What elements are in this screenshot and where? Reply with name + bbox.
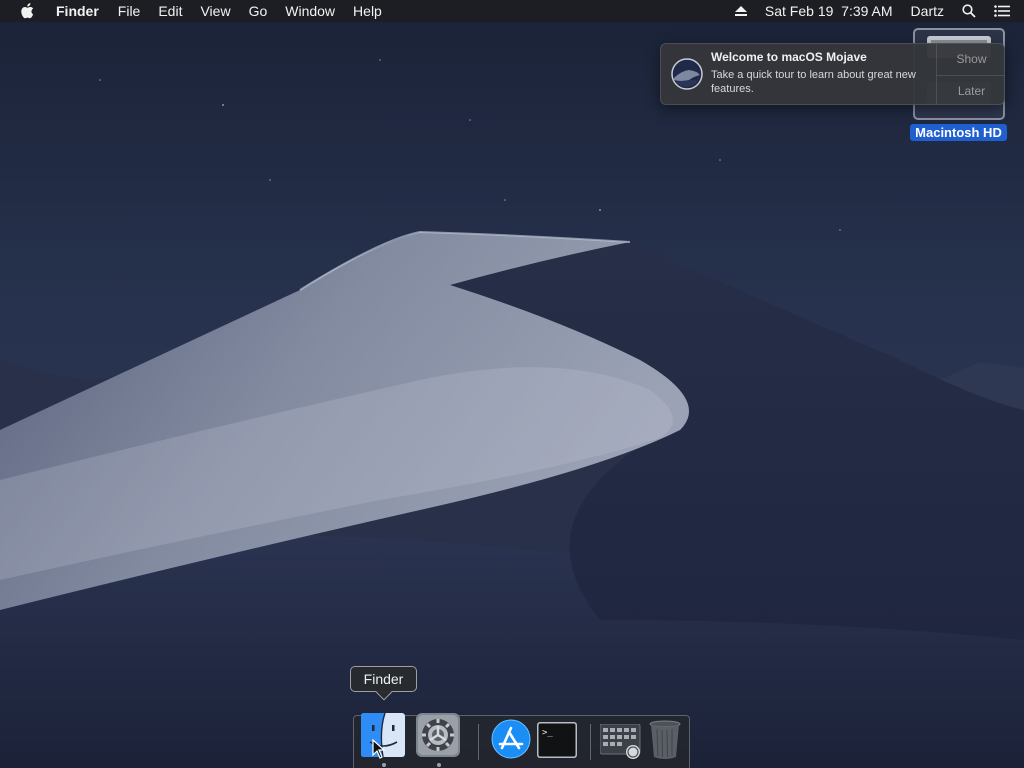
menu-go[interactable]: Go xyxy=(240,0,277,22)
menu-help[interactable]: Help xyxy=(344,0,391,22)
dock: >_ xyxy=(353,712,692,768)
mouse-cursor-icon xyxy=(372,739,386,759)
notification-title: Welcome to macOS Mojave xyxy=(711,50,867,64)
menu-bar: Finder File Edit View Go Window Help Sat… xyxy=(0,0,1024,22)
later-button[interactable]: Later xyxy=(937,75,1004,104)
desktop-item-label[interactable]: Macintosh HD xyxy=(910,124,1007,141)
trash-icon[interactable] xyxy=(648,720,692,764)
svg-text:>_: >_ xyxy=(542,728,553,738)
app-store-icon[interactable] xyxy=(491,719,535,763)
apple-icon[interactable] xyxy=(0,0,56,22)
notification-banner[interactable]: Welcome to macOS Mojave Take a quick tou… xyxy=(660,43,1005,105)
menubar-user[interactable]: Dartz xyxy=(902,0,953,22)
show-button[interactable]: Show xyxy=(937,44,1004,75)
notification-actions: Show Later xyxy=(936,44,1004,104)
running-indicator xyxy=(437,763,441,767)
eject-icon[interactable] xyxy=(726,0,756,22)
spotlight-search-icon[interactable] xyxy=(953,0,985,22)
running-indicator xyxy=(382,763,386,767)
desktop[interactable]: Finder File Edit View Go Window Help Sat… xyxy=(0,0,1024,768)
menu-window[interactable]: Window xyxy=(276,0,344,22)
notification-body: Take a quick tour to learn about great n… xyxy=(711,69,916,95)
menu-app-finder[interactable]: Finder xyxy=(56,0,109,22)
menu-file[interactable]: File xyxy=(109,0,150,22)
system-preferences-icon[interactable] xyxy=(416,713,460,757)
terminal-icon[interactable]: >_ xyxy=(537,722,581,766)
notification-center-icon[interactable] xyxy=(985,0,1024,22)
dock-separator xyxy=(590,724,591,760)
menubar-clock[interactable]: Sat Feb 19 7:39 AM xyxy=(756,0,902,22)
dock-separator xyxy=(478,724,479,760)
downloads-stack-icon[interactable] xyxy=(599,723,644,768)
mojave-icon xyxy=(671,58,703,90)
menu-view[interactable]: View xyxy=(191,0,239,22)
dock-tooltip: Finder xyxy=(350,666,417,701)
wallpaper xyxy=(0,0,1024,768)
menu-edit[interactable]: Edit xyxy=(149,0,191,22)
